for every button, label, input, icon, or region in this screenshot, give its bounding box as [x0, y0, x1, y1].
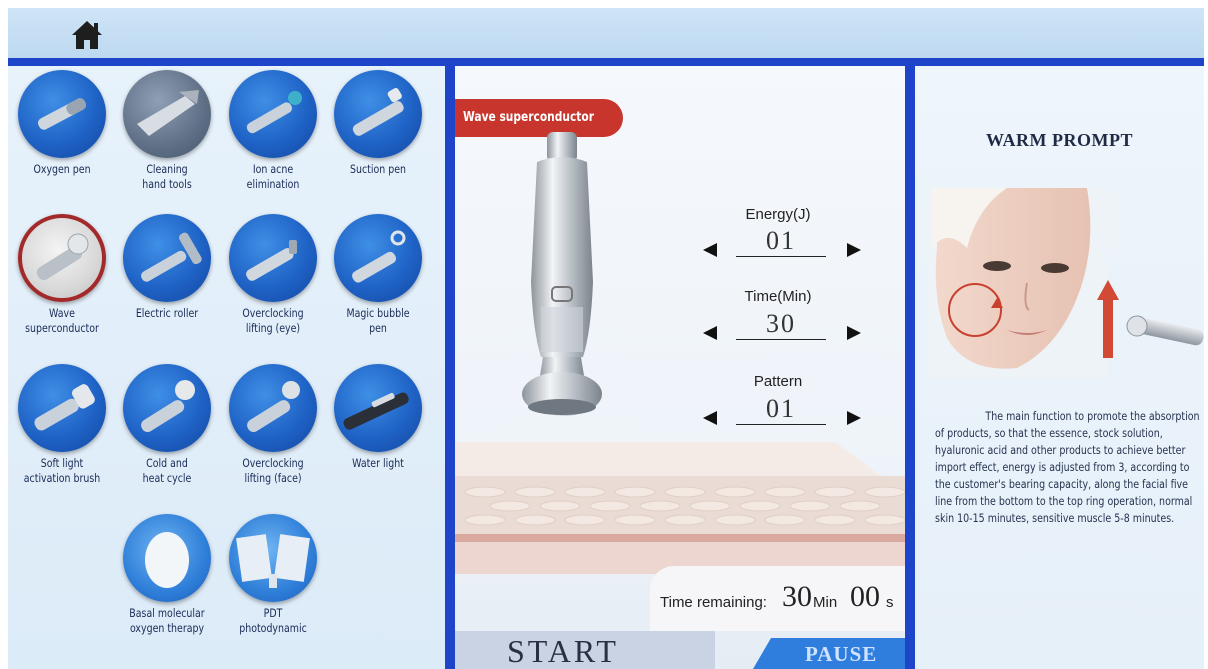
tool-water-light[interactable]: Water light	[326, 364, 430, 471]
tool-label: Ion acne elimination	[246, 162, 300, 191]
tool-label: Overclocking lifting (eye)	[242, 306, 304, 335]
time-label: Time(Min)	[744, 288, 812, 305]
tool-label: Oxygen pen	[33, 162, 91, 176]
tool-label: Wave superconductor	[25, 306, 99, 335]
tool-overclocking-lifting-eye[interactable]: Overclocking lifting (eye)	[221, 214, 325, 336]
suction-pen-icon	[334, 70, 422, 158]
screen: Oxygen pen Cleaning hand tools Ion acne …	[8, 8, 1204, 669]
pause-button[interactable]: PAUSE	[753, 638, 905, 669]
tool-electric-roller[interactable]: Electric roller	[115, 214, 219, 321]
face-treatment-illustration	[927, 188, 1204, 378]
soft-light-brush-icon	[18, 364, 106, 452]
energy-value: 01	[736, 226, 826, 257]
wave-superconductor-icon	[18, 214, 106, 302]
tool-label: Basal molecular oxygen therapy	[129, 606, 205, 635]
time-value: 30	[736, 309, 826, 340]
oxygen-pen-icon	[18, 70, 106, 158]
pattern-decrease-arrow[interactable]	[701, 409, 719, 427]
tool-basal-molecular-oxygen-therapy[interactable]: Basal molecular oxygen therapy	[115, 514, 219, 636]
skin-layer-illustration	[455, 442, 905, 574]
electric-roller-icon	[123, 214, 211, 302]
energy-label: Energy(J)	[745, 206, 811, 223]
tool-label: Cleaning hand tools	[142, 162, 192, 191]
wave-superconductor-device-image	[522, 132, 602, 416]
tool-overclocking-lifting-face[interactable]: Overclocking lifting (face)	[221, 364, 325, 486]
pattern-increase-arrow[interactable]	[845, 409, 863, 427]
timer-seconds: 00	[850, 580, 880, 613]
cleaning-tool-icon	[123, 70, 211, 158]
treatment-panel: Wave superconductor Energy(J) 01 Time(Mi…	[455, 66, 910, 669]
ion-acne-icon	[229, 70, 317, 158]
pause-label: PAUSE	[805, 642, 878, 666]
tool-label: PDT photodynamic	[239, 606, 307, 635]
time-decrease-arrow[interactable]	[701, 324, 719, 342]
time-increase-arrow[interactable]	[845, 324, 863, 342]
tool-panel: Oxygen pen Cleaning hand tools Ion acne …	[8, 66, 445, 669]
panel-divider	[445, 58, 455, 669]
home-icon[interactable]	[70, 18, 104, 52]
warm-prompt-panel: WARM PROMPT The main function to promote…	[915, 66, 1204, 669]
start-button[interactable]: START	[455, 631, 715, 669]
lifting-eye-icon	[229, 214, 317, 302]
tool-label: Suction pen	[350, 162, 406, 176]
lifting-face-icon	[229, 364, 317, 452]
tool-label: Soft light activation brush	[23, 456, 101, 485]
time-remaining-label: Time remaining:	[660, 594, 767, 611]
energy-increase-arrow[interactable]	[845, 241, 863, 259]
tool-label: Magic bubble pen	[346, 306, 410, 335]
timer-seconds-unit: s	[886, 594, 894, 611]
oxygen-mask-icon	[123, 514, 211, 602]
tool-cleaning-hand-tools[interactable]: Cleaning hand tools	[115, 70, 219, 192]
timer-minutes-unit: Min	[813, 594, 838, 611]
header-divider	[8, 58, 1204, 66]
time-remaining-box: Time remaining: 30 Min 00 s	[650, 566, 910, 631]
magic-bubble-icon	[334, 214, 422, 302]
tool-label: Electric roller	[135, 306, 199, 320]
tool-cold-and-heat-cycle[interactable]: Cold and heat cycle	[115, 364, 219, 486]
tool-pdt-photodynamic[interactable]: PDT photodynamic	[221, 514, 325, 636]
tool-ion-acne-elimination[interactable]: Ion acne elimination	[221, 70, 325, 192]
tool-suction-pen[interactable]: Suction pen	[326, 70, 430, 177]
start-label: START	[507, 633, 619, 669]
tool-label: Cold and heat cycle	[142, 456, 192, 485]
tool-oxygen-pen[interactable]: Oxygen pen	[10, 70, 114, 177]
tool-magic-bubble-pen[interactable]: Magic bubble pen	[326, 214, 430, 336]
tool-wave-superconductor[interactable]: Wave superconductor	[10, 214, 114, 336]
top-bar	[8, 8, 1204, 60]
pdt-panel-icon	[229, 514, 317, 602]
water-light-icon	[334, 364, 422, 452]
cold-heat-icon	[123, 364, 211, 452]
energy-decrease-arrow[interactable]	[701, 241, 719, 259]
timer-minutes: 30	[782, 580, 812, 613]
tool-label: Water light	[352, 456, 404, 470]
panel-divider	[905, 58, 915, 669]
warm-prompt-title: WARM PROMPT	[986, 130, 1133, 150]
pattern-value: 01	[736, 394, 826, 425]
pattern-label: Pattern	[753, 373, 803, 390]
tool-label: Overclocking lifting (face)	[242, 456, 304, 485]
warm-prompt-text: The main function to promote the absorpt…	[935, 410, 1200, 525]
tool-soft-light-activation-brush[interactable]: Soft light activation brush	[10, 364, 114, 486]
warm-prompt-description: The main function to promote the absorpt…	[935, 408, 1204, 527]
